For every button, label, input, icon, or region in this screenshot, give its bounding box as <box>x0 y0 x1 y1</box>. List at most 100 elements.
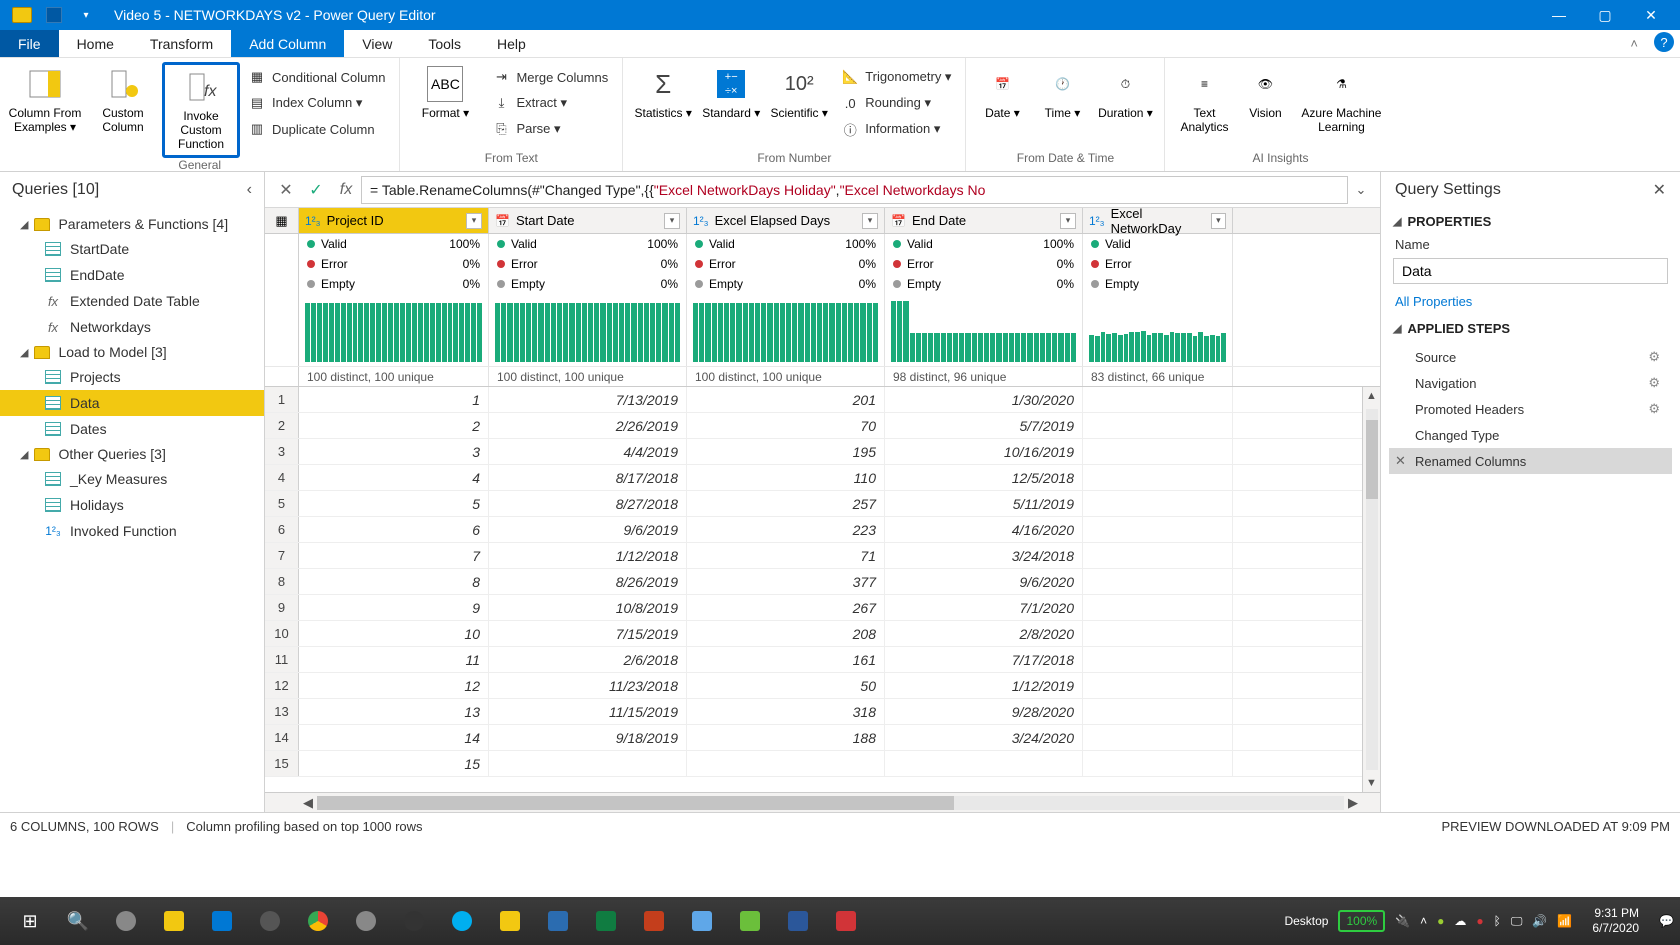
table-cell[interactable]: 50 <box>687 673 885 698</box>
taskbar-search-icon[interactable]: 🔍 <box>54 901 102 941</box>
information-button[interactable]: ⓘInformation ▾ <box>837 116 955 142</box>
applied-step[interactable]: Source⚙ <box>1389 344 1672 370</box>
tray-mic-icon[interactable]: ● <box>1476 914 1483 928</box>
row-index[interactable]: 3 <box>265 439 299 464</box>
table-row[interactable]: 448/17/201811012/5/2018 <box>265 465 1380 491</box>
table-cell[interactable]: 10/8/2019 <box>489 595 687 620</box>
table-cell[interactable]: 201 <box>687 387 885 412</box>
system-clock[interactable]: 9:31 PM 6/7/2020 <box>1582 906 1649 936</box>
horizontal-scrollbar[interactable]: ◀ ▶ <box>265 792 1380 812</box>
invoke-custom-function-button[interactable]: fx Invoke Custom Function <box>162 62 240 158</box>
table-cell[interactable]: 195 <box>687 439 885 464</box>
row-index[interactable]: 13 <box>265 699 299 724</box>
table-cell[interactable]: 318 <box>687 699 885 724</box>
table-cell[interactable] <box>1083 595 1233 620</box>
column-header[interactable]: 1²₃Project ID▾ <box>299 208 489 233</box>
queries-group[interactable]: ◢Other Queries [3] <box>0 442 264 466</box>
format-button[interactable]: ABC Format ▾ <box>406 62 484 124</box>
table-cell[interactable]: 15 <box>299 751 489 776</box>
queries-item[interactable]: 1²₃Invoked Function <box>0 518 264 544</box>
powerpoint-icon[interactable] <box>630 901 678 941</box>
table-row[interactable]: 888/26/20193779/6/2020 <box>265 569 1380 595</box>
data-rows-viewport[interactable]: 117/13/20192011/30/2020222/26/2019705/7/… <box>265 387 1380 792</box>
applied-step[interactable]: ✕Renamed Columns <box>1389 448 1672 474</box>
rounding-button[interactable]: .0Rounding ▾ <box>837 90 955 116</box>
table-cell[interactable]: 161 <box>687 647 885 672</box>
word-icon[interactable] <box>774 901 822 941</box>
taskbar-app[interactable] <box>198 901 246 941</box>
save-icon[interactable] <box>42 3 66 27</box>
tray-chevron-icon[interactable]: ˄ <box>1420 914 1427 928</box>
file-explorer-icon[interactable] <box>150 901 198 941</box>
table-cell[interactable]: 6 <box>299 517 489 542</box>
table-cell[interactable]: 257 <box>687 491 885 516</box>
tab-transform[interactable]: Transform <box>132 30 231 57</box>
maximize-button[interactable]: ▢ <box>1582 0 1628 30</box>
taskbar-app[interactable] <box>246 901 294 941</box>
applied-step[interactable]: Navigation⚙ <box>1389 370 1672 396</box>
taskbar-app[interactable] <box>342 901 390 941</box>
table-cell[interactable] <box>1083 543 1233 568</box>
table-cell[interactable]: 2/6/2018 <box>489 647 687 672</box>
duplicate-column-button[interactable]: ▥Duplicate Column <box>244 116 389 142</box>
table-row[interactable]: 771/12/2018713/24/2018 <box>265 543 1380 569</box>
table-cell[interactable]: 4/4/2019 <box>489 439 687 464</box>
table-cell[interactable] <box>1083 439 1233 464</box>
row-index[interactable]: 4 <box>265 465 299 490</box>
table-cell[interactable]: 13 <box>299 699 489 724</box>
table-cell[interactable] <box>1083 673 1233 698</box>
formula-input[interactable]: = Table.RenameColumns(#"Changed Type",{{… <box>361 176 1348 204</box>
row-index[interactable]: 1 <box>265 387 299 412</box>
queries-item[interactable]: Holidays <box>0 492 264 518</box>
table-cell[interactable]: 2/26/2019 <box>489 413 687 438</box>
table-cell[interactable]: 9/6/2020 <box>885 569 1083 594</box>
row-index[interactable]: 10 <box>265 621 299 646</box>
table-cell[interactable]: 12 <box>299 673 489 698</box>
vertical-scrollbar[interactable]: ▲ ▼ <box>1362 387 1380 792</box>
table-row[interactable]: 14149/18/20191883/24/2020 <box>265 725 1380 751</box>
tray-weather-icon[interactable]: ● <box>1437 914 1444 928</box>
table-row[interactable]: 9910/8/20192677/1/2020 <box>265 595 1380 621</box>
step-settings-icon[interactable]: ⚙ <box>1648 401 1660 417</box>
scroll-down-icon[interactable]: ▼ <box>1366 774 1377 792</box>
table-row[interactable]: 222/26/2019705/7/2019 <box>265 413 1380 439</box>
table-cell[interactable]: 3/24/2018 <box>885 543 1083 568</box>
conditional-column-button[interactable]: ▦Conditional Column <box>244 64 389 90</box>
column-filter-icon[interactable]: ▾ <box>862 213 878 229</box>
tray-wifi-icon[interactable]: 📶 <box>1557 914 1572 928</box>
row-index[interactable]: 11 <box>265 647 299 672</box>
table-cell[interactable]: 7/13/2019 <box>489 387 687 412</box>
queries-item[interactable]: Projects <box>0 364 264 390</box>
column-header[interactable]: 1²₃Excel NetworkDay▾ <box>1083 208 1233 233</box>
table-row[interactable]: 117/13/20192011/30/2020 <box>265 387 1380 413</box>
table-cell[interactable]: 9/6/2019 <box>489 517 687 542</box>
formula-cancel-icon[interactable]: ✕ <box>271 176 301 204</box>
table-cell[interactable] <box>1083 465 1233 490</box>
tray-bluetooth-icon[interactable]: ᛒ <box>1494 914 1501 928</box>
table-cell[interactable]: 3/24/2020 <box>885 725 1083 750</box>
close-settings-icon[interactable]: ✕ <box>1653 180 1666 200</box>
tray-display-icon[interactable]: 🖵 <box>1511 914 1523 929</box>
tray-volume-icon[interactable]: 🔊 <box>1532 914 1547 928</box>
minimize-button[interactable]: — <box>1536 0 1582 30</box>
table-cell[interactable]: 1 <box>299 387 489 412</box>
table-cell[interactable]: 14 <box>299 725 489 750</box>
excel-icon[interactable] <box>582 901 630 941</box>
index-column-button[interactable]: ▤Index Column ▾ <box>244 90 389 116</box>
tab-view[interactable]: View <box>344 30 410 57</box>
table-cell[interactable]: 1/12/2019 <box>885 673 1083 698</box>
queries-item[interactable]: Dates <box>0 416 264 442</box>
column-filter-icon[interactable]: ▾ <box>466 213 482 229</box>
row-index[interactable]: 14 <box>265 725 299 750</box>
table-cell[interactable]: 70 <box>687 413 885 438</box>
tray-onedrive-icon[interactable]: ☁ <box>1454 914 1466 928</box>
table-row[interactable]: 10107/15/20192082/8/2020 <box>265 621 1380 647</box>
table-cell[interactable]: 208 <box>687 621 885 646</box>
queries-item[interactable]: StartDate <box>0 236 264 262</box>
tray-power-icon[interactable]: 🔌 <box>1395 914 1410 928</box>
queries-item[interactable]: Data <box>0 390 264 416</box>
table-cell[interactable]: 7/1/2020 <box>885 595 1083 620</box>
custom-column-button[interactable]: Custom Column <box>84 62 162 138</box>
snagit-icon[interactable] <box>534 901 582 941</box>
table-row[interactable]: 558/27/20182575/11/2019 <box>265 491 1380 517</box>
